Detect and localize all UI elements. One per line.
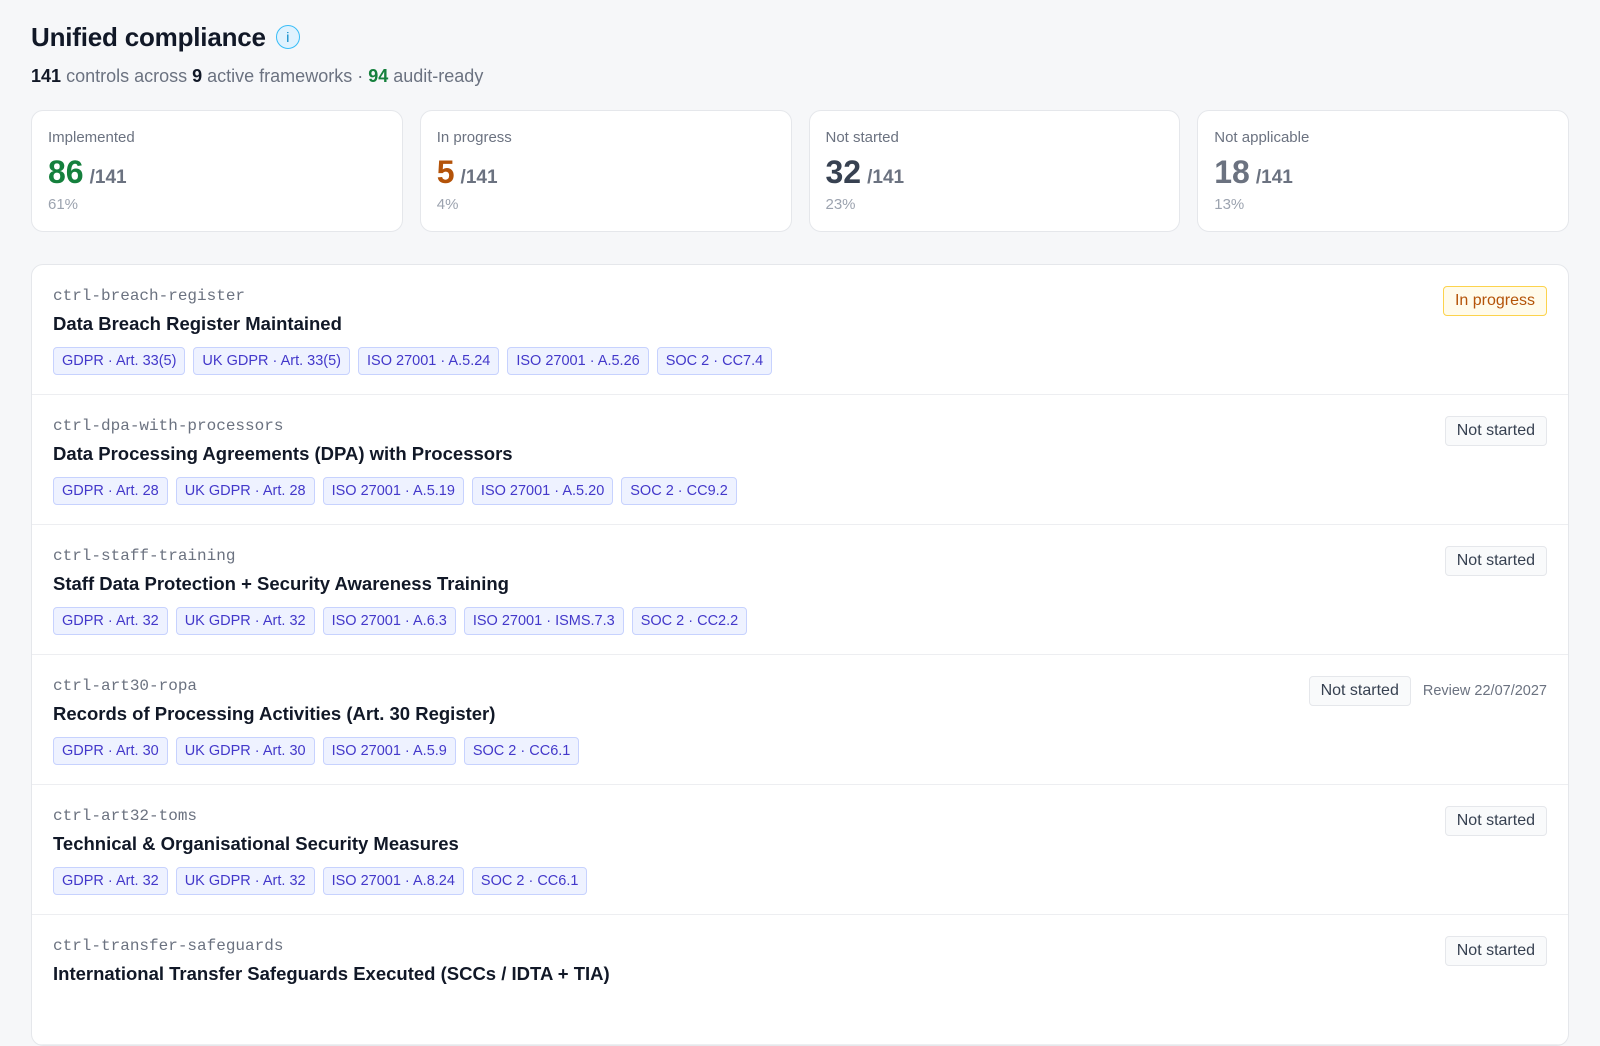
framework-tags: GDPR · Art. 32 UK GDPR · Art. 32 ISO 27001… bbox=[53, 607, 1547, 635]
status-badge[interactable]: Not started bbox=[1444, 416, 1547, 446]
stat-value: 32 bbox=[825, 154, 862, 190]
framework-tag[interactable]: UK GDPR · Art. 28 bbox=[175, 477, 315, 505]
frameworks-count: 9 bbox=[192, 66, 203, 86]
control-name[interactable]: Data Breach Register Maintained bbox=[53, 313, 1547, 337]
framework-tags: GDPR · Art. 33(5) UK GDPR · Art. 33(5) ISO… bbox=[53, 347, 1547, 375]
control-row[interactable]: ctrl-art30-ropa Records of Processing Act… bbox=[32, 655, 1568, 785]
frameworks-text: active frameworks · bbox=[207, 66, 364, 86]
framework-tag[interactable]: SOC 2 · CC6.1 bbox=[463, 737, 580, 765]
stat-total: /141 bbox=[89, 167, 127, 188]
stat-total: /141 bbox=[460, 167, 498, 188]
stat-label: Not applicable bbox=[1214, 129, 1310, 146]
framework-tag[interactable]: ISO 27001 · ISMS.7.3 bbox=[463, 607, 624, 635]
stat-percent: 13% bbox=[1214, 196, 1245, 213]
stat-percent: 61% bbox=[48, 196, 79, 213]
stat-value: 86 bbox=[48, 154, 84, 190]
framework-tag[interactable]: SOC 2 · CC6.1 bbox=[471, 867, 588, 895]
framework-tag[interactable]: ISO 27001 · A.8.24 bbox=[322, 867, 464, 895]
stat-value: 18 bbox=[1214, 154, 1250, 190]
control-name[interactable]: Technical & Organisational Security Meas… bbox=[53, 833, 1547, 857]
framework-tag[interactable]: ISO 27001 · A.6.3 bbox=[322, 607, 456, 635]
framework-tag[interactable]: ISO 27001 · A.5.26 bbox=[507, 347, 649, 375]
stat-total: /141 bbox=[1255, 167, 1293, 188]
framework-tags: GDPR · Art. 30 UK GDPR · Art. 30 ISO 27001… bbox=[53, 737, 1547, 765]
stat-value: 5 bbox=[436, 154, 455, 190]
framework-tag[interactable]: GDPR · Art. 30 bbox=[53, 737, 168, 765]
stat-card-implemented[interactable]: Implemented 86/141 61% bbox=[31, 110, 403, 232]
control-id: ctrl-dpa-with-processors bbox=[53, 417, 284, 435]
audit-ready-text: audit-ready bbox=[393, 66, 484, 86]
status-badge[interactable]: Not started bbox=[1444, 546, 1547, 576]
control-id: ctrl-breach-register bbox=[53, 287, 246, 305]
stat-total: /141 bbox=[867, 167, 905, 188]
control-row[interactable]: ctrl-breach-register Data Breach Register… bbox=[32, 265, 1568, 395]
framework-tags: GDPR · Art. 28 UK GDPR · Art. 28 ISO 27001… bbox=[53, 477, 1547, 505]
compliance-page: Unified compliance i 141 controls across… bbox=[0, 0, 1600, 1046]
control-id: ctrl-staff-training bbox=[53, 547, 236, 565]
stat-percent: 23% bbox=[825, 196, 856, 213]
framework-tag[interactable]: SOC 2 · CC9.2 bbox=[621, 477, 737, 505]
framework-tag[interactable]: SOC 2 · CC2.2 bbox=[631, 607, 748, 635]
control-row[interactable]: ctrl-staff-training Staff Data Protection… bbox=[32, 525, 1568, 655]
controls-list: ctrl-breach-register Data Breach Register… bbox=[31, 264, 1569, 1046]
stat-label: Implemented bbox=[48, 129, 135, 146]
control-id: ctrl-transfer-safeguards bbox=[53, 937, 284, 955]
stat-card-not-applicable[interactable]: Not applicable 18/141 13% bbox=[1197, 110, 1569, 232]
framework-tag[interactable]: UK GDPR · Art. 30 bbox=[175, 737, 315, 765]
control-row[interactable]: ctrl-art32-toms Technical & Organisationa… bbox=[32, 785, 1568, 915]
framework-tag[interactable]: GDPR · Art. 33(5) bbox=[53, 347, 186, 375]
framework-tag[interactable]: UK GDPR · Art. 33(5) bbox=[193, 347, 351, 375]
summary-line: 141 controls across 9 active frameworks … bbox=[31, 66, 1569, 90]
control-row[interactable]: ctrl-dpa-with-processors Data Processing … bbox=[32, 395, 1568, 525]
stat-card-not-started[interactable]: Not started 32/141 23% bbox=[808, 110, 1181, 232]
framework-tag[interactable]: ISO 27001 · A.5.20 bbox=[471, 477, 614, 505]
info-icon[interactable]: i bbox=[275, 25, 300, 49]
audit-ready-count: 94 bbox=[368, 66, 389, 86]
stat-percent: 4% bbox=[436, 196, 459, 213]
framework-tag[interactable]: GDPR · Art. 32 bbox=[53, 867, 168, 895]
status-badge[interactable]: Not started bbox=[1444, 936, 1547, 966]
framework-tag[interactable]: GDPR · Art. 28 bbox=[53, 477, 168, 505]
controls-text: controls across bbox=[66, 66, 188, 86]
control-id: ctrl-art32-toms bbox=[53, 807, 198, 825]
status-badge[interactable]: Not started bbox=[1444, 806, 1547, 836]
control-name[interactable]: Staff Data Protection + Security Awarene… bbox=[53, 573, 1547, 597]
control-row[interactable]: ctrl-transfer-safeguards International Tr… bbox=[32, 915, 1568, 1045]
stat-label: Not started bbox=[825, 129, 899, 146]
status-badge[interactable]: Not started bbox=[1308, 676, 1411, 706]
page-title: Unified compliance bbox=[31, 21, 266, 52]
controls-count: 141 bbox=[31, 66, 62, 86]
stats-row: Implemented 86/141 61% In progress 5/141 4% No… bbox=[31, 110, 1569, 232]
framework-tag[interactable]: UK GDPR · Art. 32 bbox=[175, 867, 315, 895]
framework-tag[interactable]: ISO 27001 · A.5.24 bbox=[358, 347, 500, 375]
framework-tag[interactable]: ISO 27001 · A.5.19 bbox=[322, 477, 464, 505]
framework-tag[interactable]: ISO 27001 · A.5.9 bbox=[322, 737, 456, 765]
title-row: Unified compliance i bbox=[31, 20, 1569, 54]
control-name[interactable]: Records of Processing Activities (Art. 3… bbox=[53, 703, 1547, 727]
stat-label: In progress bbox=[436, 129, 512, 146]
framework-tag[interactable]: GDPR · Art. 32 bbox=[53, 607, 168, 635]
framework-tag[interactable]: SOC 2 · CC7.4 bbox=[656, 347, 773, 375]
review-date: Review 22/07/2027 bbox=[1422, 683, 1547, 699]
control-name[interactable]: International Transfer Safeguards Execut… bbox=[53, 963, 1547, 987]
status-badge[interactable]: In progress bbox=[1442, 286, 1547, 316]
stat-card-in-progress[interactable]: In progress 5/141 4% bbox=[419, 110, 792, 232]
control-name[interactable]: Data Processing Agreements (DPA) with Pr… bbox=[53, 443, 1547, 467]
framework-tags: GDPR · Art. 32 UK GDPR · Art. 32 ISO 27001… bbox=[53, 867, 1547, 895]
framework-tag[interactable]: UK GDPR · Art. 32 bbox=[175, 607, 315, 635]
